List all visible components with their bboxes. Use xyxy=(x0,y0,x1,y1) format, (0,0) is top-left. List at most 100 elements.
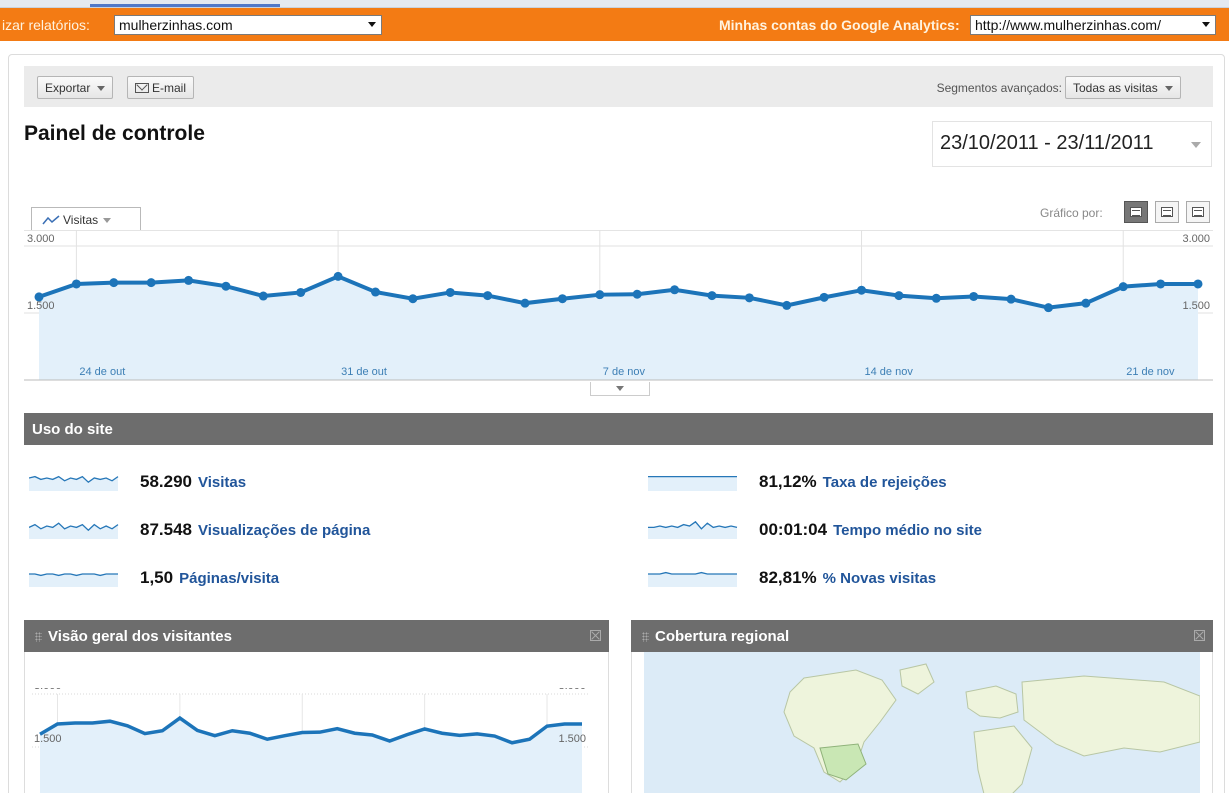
data-point xyxy=(1193,279,1203,289)
data-point xyxy=(782,300,792,310)
data-point xyxy=(146,278,156,288)
stat-number: 81,12% xyxy=(759,472,817,491)
data-point xyxy=(333,271,343,281)
data-point xyxy=(595,290,605,300)
date-range-picker[interactable]: 23/10/2011 - 23/11/2011 xyxy=(932,121,1212,167)
stat-label-link[interactable]: Visualizações de página xyxy=(198,522,370,539)
stat-value: 81,12% Taxa de rejeições xyxy=(759,472,947,492)
regional-widget-title: Cobertura regional xyxy=(655,628,790,645)
data-point xyxy=(445,287,455,297)
visitors-widget-title: Visão geral dos visitantes xyxy=(48,628,232,645)
sparkline xyxy=(648,520,738,539)
metric-selector[interactable]: Visitas xyxy=(31,207,141,231)
visitors-widget-body: 3.000 3.000 1.500 1.500 xyxy=(24,652,609,793)
chevron-down-icon xyxy=(103,218,112,224)
data-point xyxy=(1081,298,1091,308)
visitors-mini-chart: 3.000 3.000 1.500 1.500 xyxy=(32,688,588,793)
stat-number: 58.290 xyxy=(140,472,192,491)
data-point xyxy=(931,293,941,303)
regional-widget-header[interactable]: Cobertura regional xyxy=(631,620,1213,652)
browser-tab-strip xyxy=(0,0,1229,8)
y-tick-label: 1.500 xyxy=(1182,300,1210,312)
data-point xyxy=(1118,282,1128,292)
sparkline-line xyxy=(648,571,737,575)
calendar-day-icon xyxy=(1130,207,1142,217)
site-usage-header: Uso do site xyxy=(24,413,1213,445)
stat-label-link[interactable]: Tempo médio no site xyxy=(833,522,982,539)
y-tick-label: 3.000 xyxy=(27,233,55,245)
x-tick-label: 7 de nov xyxy=(603,366,646,378)
close-icon[interactable] xyxy=(1194,630,1205,641)
view-month-button[interactable] xyxy=(1186,201,1210,223)
data-point xyxy=(109,278,119,288)
regional-widget-body xyxy=(631,652,1213,793)
stat-value: 87.548 Visualizações de página xyxy=(140,520,370,540)
stat-value: 82,81% % Novas visitas xyxy=(759,568,936,588)
stat-label-link[interactable]: Páginas/visita xyxy=(179,570,279,587)
segments-label: Segmentos avançados: xyxy=(936,81,1062,95)
data-point xyxy=(632,289,642,299)
visitors-widget-header[interactable]: Visão geral dos visitantes xyxy=(24,620,609,652)
data-point xyxy=(408,294,418,304)
data-point xyxy=(370,287,380,297)
x-tick-label: 14 de nov xyxy=(865,366,914,378)
active-tab-indicator xyxy=(90,4,280,7)
calendar-week-icon xyxy=(1161,207,1173,217)
stat-number: 82,81% xyxy=(759,568,817,587)
series-area xyxy=(40,718,582,793)
metric-label: Visitas xyxy=(63,213,99,227)
sparkline xyxy=(29,573,118,587)
account-select[interactable]: http://www.mulherzinhas.com/ xyxy=(970,15,1216,35)
chevron-down-icon xyxy=(368,22,376,27)
x-tick-label: 31 de out xyxy=(341,366,387,378)
reports-label: izar relatórios: xyxy=(2,17,90,33)
export-button[interactable]: Exportar xyxy=(37,76,114,99)
data-point xyxy=(557,294,567,304)
line-chart-icon xyxy=(42,215,60,225)
x-tick-label: 21 de nov xyxy=(1126,366,1175,378)
report-toolbar: Exportar E-mail Segmentos avançados: Tod… xyxy=(24,66,1213,107)
stat-label-link[interactable]: Visitas xyxy=(198,474,246,491)
sparkline-fill xyxy=(29,574,118,587)
x-tick-label: 24 de out xyxy=(79,366,125,378)
data-point xyxy=(296,287,306,297)
stat-label-link[interactable]: % Novas visitas xyxy=(823,570,936,587)
site-select[interactable]: mulherzinhas.com xyxy=(114,15,382,35)
data-point xyxy=(969,291,979,301)
email-label: E-mail xyxy=(152,81,187,95)
sparkline xyxy=(648,571,737,587)
sparkline-fill xyxy=(648,476,737,491)
stat-number: 00:01:04 xyxy=(759,520,828,539)
y-tick-label: 3.000 xyxy=(558,688,586,692)
account-select-value: http://www.mulherzinhas.com/ xyxy=(975,17,1161,33)
data-point xyxy=(221,281,231,291)
chevron-down-icon xyxy=(1202,22,1210,27)
chevron-down-icon xyxy=(1164,86,1173,92)
sparkline-fill xyxy=(29,523,118,539)
data-point xyxy=(819,292,829,302)
stat-value: 58.290 Visitas xyxy=(140,472,246,492)
export-label: Exportar xyxy=(45,81,91,95)
stat-value: 1,50 Páginas/visita xyxy=(140,568,279,588)
stat-label-link[interactable]: Taxa de rejeições xyxy=(823,474,947,491)
chevron-down-icon xyxy=(1191,142,1201,148)
world-map[interactable] xyxy=(644,652,1200,793)
close-icon[interactable] xyxy=(590,630,601,641)
sparkline xyxy=(29,522,119,539)
envelope-icon xyxy=(135,83,149,93)
view-day-button[interactable] xyxy=(1124,201,1148,223)
page-title: Painel de controle xyxy=(24,122,205,145)
calendar-month-icon xyxy=(1192,207,1204,217)
sparkline xyxy=(648,475,737,491)
drag-handle-icon[interactable] xyxy=(642,632,649,642)
segments-value: Todas as visitas xyxy=(1073,81,1158,95)
collapse-chart-button[interactable] xyxy=(590,382,650,396)
data-point xyxy=(670,285,680,295)
segments-select[interactable]: Todas as visitas xyxy=(1065,76,1181,99)
data-point xyxy=(258,291,268,301)
view-week-button[interactable] xyxy=(1155,201,1179,223)
email-button[interactable]: E-mail xyxy=(127,76,195,99)
chevron-down-icon xyxy=(97,86,106,92)
drag-handle-icon[interactable] xyxy=(35,632,42,642)
y-tick-label: 1.500 xyxy=(27,300,55,312)
